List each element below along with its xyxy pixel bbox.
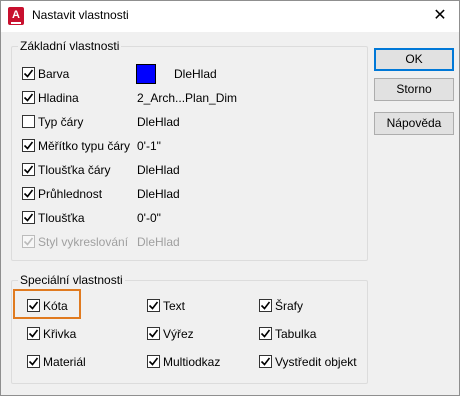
checkbox-polyline[interactable] [27,327,40,340]
label-polyline: Křivka [43,327,77,341]
value-linetype: DleHlad [137,115,180,129]
autocad-app-icon: A [8,7,24,25]
checkbox-color[interactable] [22,67,35,80]
label-viewport: Výřez [163,327,194,341]
value-transparency: DleHlad [137,187,180,201]
checkbox-material[interactable] [27,355,40,368]
checkbox-multileader[interactable] [147,355,160,368]
checkbox-transparency[interactable] [22,187,35,200]
label-thickness: Tloušťka [38,211,85,225]
checkbox-linetype-scale[interactable] [22,139,35,152]
label-lineweight: Tloušťka čáry [38,163,111,177]
close-icon[interactable]: ✕ [427,4,453,28]
label-linetype: Typ čáry [38,115,84,129]
checkbox-linetype[interactable] [22,115,35,128]
label-table: Tabulka [275,327,317,341]
label-plot-style: Styl vykreslování [38,235,129,249]
label-center-object: Vystředit objekt [275,355,357,369]
ok-button[interactable]: OK [374,48,454,71]
checkbox-table[interactable] [259,327,272,340]
checkbox-center-object[interactable] [259,355,272,368]
checkbox-text[interactable] [147,299,160,312]
label-transparency: Průhlednost [38,187,103,201]
checkbox-lineweight[interactable] [22,163,35,176]
label-color: Barva [38,67,70,81]
color-swatch [136,64,156,84]
label-linetype-scale: Měřítko typu čáry [38,139,131,153]
checkbox-hatch[interactable] [259,299,272,312]
label-layer: Hladina [38,91,79,105]
label-dimension: Kóta [43,299,68,313]
value-lineweight: DleHlad [137,163,180,177]
cancel-button[interactable]: Storno [374,78,454,101]
label-material: Materiál [43,355,86,369]
basic-properties-title: Základní vlastnosti [18,39,122,53]
value-layer: 2_Arch...Plan_Dim [137,91,238,105]
set-properties-dialog: A Nastavit vlastnosti ✕ Základní vlastno… [0,0,460,396]
label-text: Text [163,299,186,313]
value-plot-style: DleHlad [137,235,180,249]
label-hatch: Šrafy [275,299,304,313]
checkbox-thickness[interactable] [22,211,35,224]
checkbox-layer[interactable] [22,91,35,104]
label-multileader: Multiodkaz [163,355,221,369]
window-title: Nastavit vlastnosti [32,8,129,22]
value-thickness: 0'-0" [137,211,161,225]
special-properties-title: Speciální vlastnosti [18,273,125,287]
checkbox-viewport[interactable] [147,327,160,340]
checkbox-plot-style [22,235,35,248]
help-button[interactable]: Nápověda [374,112,454,135]
title-bar: A Nastavit vlastnosti ✕ [1,1,459,32]
value-color: DleHlad [174,67,217,81]
checkbox-dimension[interactable] [27,299,40,312]
value-linetype-scale: 0'-1" [137,139,161,153]
